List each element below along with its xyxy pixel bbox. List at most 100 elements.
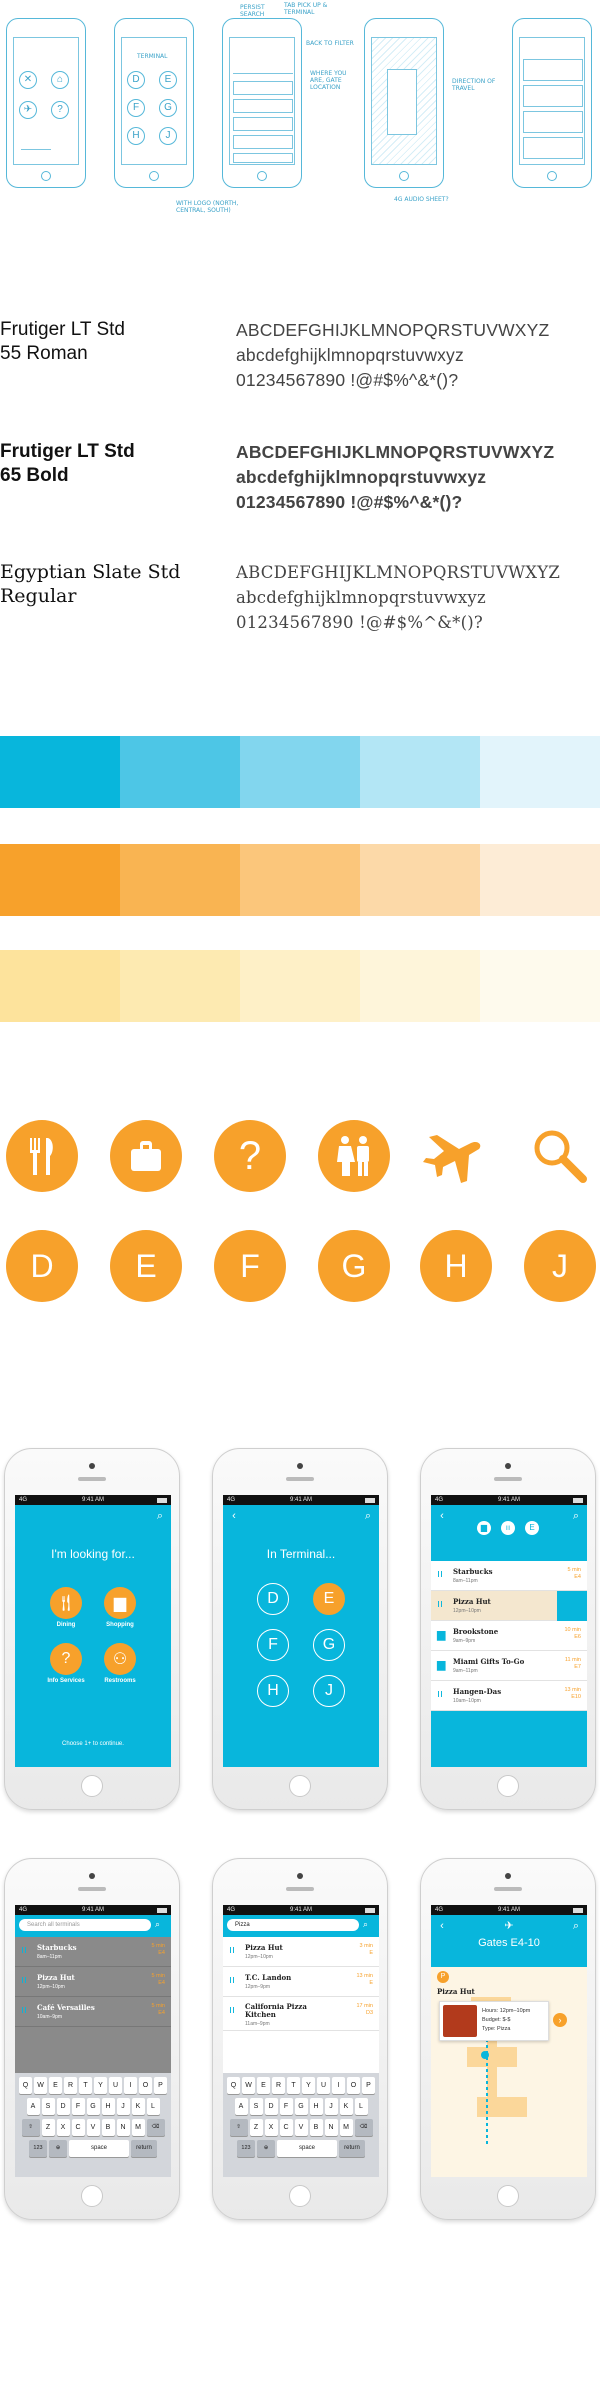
key-p[interactable]: P bbox=[154, 2077, 167, 2094]
backspace-key[interactable]: ⌫ bbox=[146, 2119, 165, 2136]
home-button[interactable] bbox=[289, 2185, 311, 2207]
search-input[interactable]: Pizza bbox=[227, 1919, 359, 1931]
terminal-j-button[interactable]: J bbox=[313, 1675, 345, 1707]
home-button[interactable] bbox=[497, 1775, 519, 1797]
search-icon[interactable]: ⌕ bbox=[569, 1919, 583, 1933]
list-item[interactable]: ıı Pizza Hut 12pm–10pm 5 min E4 bbox=[15, 1967, 171, 1997]
back-icon[interactable]: ‹ bbox=[435, 1919, 449, 1933]
key-o[interactable]: O bbox=[347, 2077, 360, 2094]
shift-key[interactable]: ⇧ bbox=[229, 2119, 248, 2136]
key-x[interactable]: X bbox=[56, 2119, 70, 2136]
search-icon[interactable]: ⌕ bbox=[363, 1919, 368, 1930]
return-key[interactable]: return bbox=[339, 2140, 365, 2157]
key-f[interactable]: F bbox=[71, 2098, 85, 2115]
search-icon[interactable]: ⌕ bbox=[361, 1509, 375, 1523]
back-icon[interactable]: ‹ bbox=[435, 1509, 449, 1523]
shopping-filter-icon[interactable]: ▆ bbox=[477, 1521, 491, 1535]
key-g[interactable]: G bbox=[86, 2098, 100, 2115]
key-n[interactable]: N bbox=[324, 2119, 338, 2136]
pin-marker[interactable]: P bbox=[437, 1971, 449, 1983]
key-h[interactable]: H bbox=[101, 2098, 115, 2115]
key-e[interactable]: E bbox=[49, 2077, 62, 2094]
key-d[interactable]: D bbox=[56, 2098, 70, 2115]
key-t[interactable]: T bbox=[287, 2077, 300, 2094]
key-a[interactable]: A bbox=[26, 2098, 40, 2115]
home-button[interactable] bbox=[81, 1775, 103, 1797]
place-popup[interactable]: Hours: 12pm–10pm Budget: $-$ Type: Pizza bbox=[439, 2001, 549, 2041]
key-t[interactable]: T bbox=[79, 2077, 92, 2094]
key-q[interactable]: Q bbox=[227, 2077, 240, 2094]
globe-key[interactable]: ⊕ bbox=[257, 2140, 275, 2157]
list-item[interactable]: ıı Hangen-Das 10am–10pm 13 min E10 bbox=[431, 1681, 587, 1711]
terminal-map[interactable]: P Pizza Hut Hours: 12pm–10pm Budget: $-$… bbox=[431, 1967, 587, 2177]
key-o[interactable]: O bbox=[139, 2077, 152, 2094]
key-g[interactable]: G bbox=[294, 2098, 308, 2115]
backspace-key[interactable]: ⌫ bbox=[354, 2119, 373, 2136]
home-button[interactable] bbox=[81, 2185, 103, 2207]
key-w[interactable]: W bbox=[34, 2077, 47, 2094]
list-item[interactable]: ıı California Pizza Kitchen 11am–9pm 17 min… bbox=[223, 1997, 379, 2031]
key-f[interactable]: F bbox=[279, 2098, 293, 2115]
space-key[interactable]: space bbox=[69, 2140, 129, 2157]
return-key[interactable]: return bbox=[131, 2140, 157, 2157]
list-item[interactable]: ıı Starbucks 8am–11pm 5 min E4 bbox=[431, 1561, 587, 1591]
key-d[interactable]: D bbox=[264, 2098, 278, 2115]
key-y[interactable]: Y bbox=[94, 2077, 107, 2094]
key-z[interactable]: Z bbox=[249, 2119, 263, 2136]
key-b[interactable]: B bbox=[309, 2119, 323, 2136]
key-e[interactable]: E bbox=[257, 2077, 270, 2094]
search-icon[interactable]: ⌕ bbox=[155, 1919, 160, 1930]
terminal-f-button[interactable]: F bbox=[257, 1629, 289, 1661]
swipe-action[interactable] bbox=[557, 1591, 587, 1621]
key-a[interactable]: A bbox=[234, 2098, 248, 2115]
key-s[interactable]: S bbox=[249, 2098, 263, 2115]
key-q[interactable]: Q bbox=[19, 2077, 32, 2094]
search-icon[interactable]: ⌕ bbox=[153, 1509, 167, 1523]
key-r[interactable]: R bbox=[272, 2077, 285, 2094]
key-m[interactable]: M bbox=[131, 2119, 145, 2136]
shift-key[interactable]: ⇧ bbox=[21, 2119, 40, 2136]
chevron-right-icon[interactable]: › bbox=[553, 2013, 567, 2027]
key-k[interactable]: K bbox=[339, 2098, 353, 2115]
key-l[interactable]: L bbox=[354, 2098, 368, 2115]
key-r[interactable]: R bbox=[64, 2077, 77, 2094]
numbers-key[interactable]: 123 bbox=[29, 2140, 47, 2157]
numbers-key[interactable]: 123 bbox=[237, 2140, 255, 2157]
key-u[interactable]: U bbox=[109, 2077, 122, 2094]
key-m[interactable]: M bbox=[339, 2119, 353, 2136]
terminal-e-button[interactable]: E bbox=[313, 1583, 345, 1615]
key-w[interactable]: W bbox=[242, 2077, 255, 2094]
key-i[interactable]: I bbox=[124, 2077, 137, 2094]
home-button[interactable] bbox=[289, 1775, 311, 1797]
terminal-h-button[interactable]: H bbox=[257, 1675, 289, 1707]
key-k[interactable]: K bbox=[131, 2098, 145, 2115]
key-v[interactable]: V bbox=[294, 2119, 308, 2136]
home-button[interactable] bbox=[497, 2185, 519, 2207]
key-s[interactable]: S bbox=[41, 2098, 55, 2115]
search-icon[interactable]: ⌕ bbox=[569, 1509, 583, 1523]
key-h[interactable]: H bbox=[309, 2098, 323, 2115]
key-u[interactable]: U bbox=[317, 2077, 330, 2094]
list-item[interactable]: ▆ Brookstone 9am–9pm 10 min E6 bbox=[431, 1621, 587, 1651]
list-item[interactable]: ıı Starbucks 8am–11pm 5 min E4 bbox=[15, 1937, 171, 1967]
key-l[interactable]: L bbox=[146, 2098, 160, 2115]
key-p[interactable]: P bbox=[362, 2077, 375, 2094]
list-item[interactable]: ıı T.C. Landon 12pm–9pm 13 min E bbox=[223, 1967, 379, 1997]
terminal-filter-icon[interactable]: E bbox=[525, 1521, 539, 1535]
dining-filter-icon[interactable]: ıı bbox=[501, 1521, 515, 1535]
terminal-g-button[interactable]: G bbox=[313, 1629, 345, 1661]
key-v[interactable]: V bbox=[86, 2119, 100, 2136]
key-z[interactable]: Z bbox=[41, 2119, 55, 2136]
category-info-services[interactable]: ? Info Services bbox=[47, 1643, 85, 1693]
key-c[interactable]: C bbox=[71, 2119, 85, 2136]
key-j[interactable]: J bbox=[116, 2098, 130, 2115]
globe-key[interactable]: ⊕ bbox=[49, 2140, 67, 2157]
key-x[interactable]: X bbox=[264, 2119, 278, 2136]
key-b[interactable]: B bbox=[101, 2119, 115, 2136]
category-dining[interactable]: 🍴︎ Dining bbox=[47, 1587, 85, 1637]
key-n[interactable]: N bbox=[116, 2119, 130, 2136]
terminal-d-button[interactable]: D bbox=[257, 1583, 289, 1615]
search-input[interactable]: Search all terminals bbox=[19, 1919, 151, 1931]
key-c[interactable]: C bbox=[279, 2119, 293, 2136]
key-j[interactable]: J bbox=[324, 2098, 338, 2115]
